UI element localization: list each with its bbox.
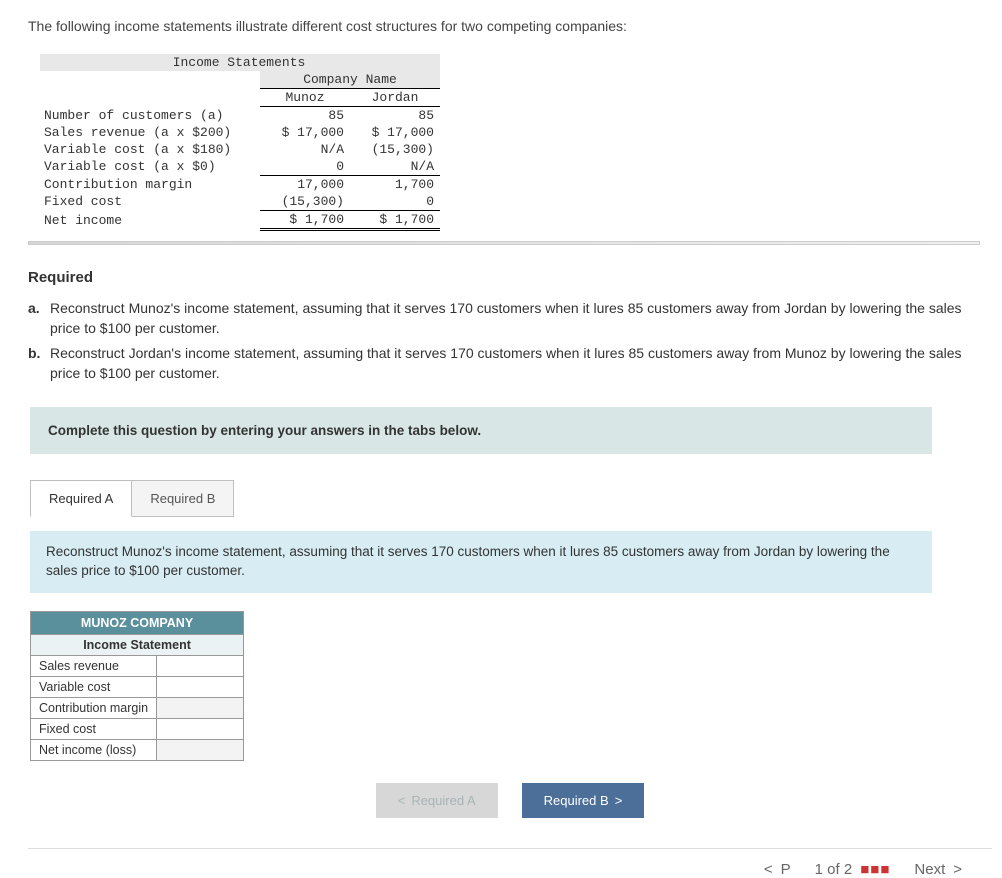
next-required-button[interactable]: Required B > [522, 783, 645, 818]
cell: (15,300) [350, 141, 440, 158]
cell: N/A [260, 141, 350, 158]
required-heading: Required [28, 269, 992, 286]
chevron-left-icon: < [764, 861, 773, 878]
cell: $ 1,700 [350, 211, 440, 230]
nav-buttons: < Required A Required B > [28, 783, 992, 818]
income-statements-table: Income Statements Company Name Munoz Jor… [40, 54, 440, 231]
tab-required-b[interactable]: Required B [131, 480, 234, 517]
scroll-indicator [28, 241, 980, 245]
chevron-left-icon: < [398, 793, 406, 808]
answer-row-label: Contribution margin [31, 697, 157, 718]
footer-progress: 1 of 2 ■■■ [815, 861, 891, 878]
chevron-right-icon: > [953, 861, 962, 878]
fixed-cost-input[interactable] [165, 722, 235, 736]
col-munoz: Munoz [260, 89, 350, 107]
intro-text: The following income statements illustra… [28, 18, 992, 34]
footer-next[interactable]: Next > [914, 861, 962, 878]
cell: 85 [260, 107, 350, 125]
tabs: Required A Required B [30, 480, 992, 517]
sales-revenue-input[interactable] [165, 659, 235, 673]
cell: N/A [350, 158, 440, 176]
tab-description: Reconstruct Munoz's income statement, as… [30, 531, 932, 593]
row-label: Contribution margin [40, 176, 260, 194]
answer-company: MUNOZ COMPANY [31, 611, 244, 634]
menu-dots-icon[interactable]: ■■■ [860, 861, 890, 878]
prev-label: Required A [411, 793, 475, 808]
next-label: Required B [544, 793, 609, 808]
footer-prev-label: P [781, 861, 791, 878]
row-label: Sales revenue (a x $200) [40, 124, 260, 141]
row-label: Number of customers (a) [40, 107, 260, 125]
cell: (15,300) [260, 193, 350, 211]
net-income-cell [157, 739, 244, 760]
cell: 1,700 [350, 176, 440, 194]
list-item: b. Reconstruct Jordan's income statement… [28, 343, 992, 384]
req-text: Reconstruct Munoz's income statement, as… [48, 298, 992, 339]
prev-required-button: < Required A [376, 783, 498, 818]
cell: $ 1,700 [260, 211, 350, 230]
answer-row-label: Variable cost [31, 676, 157, 697]
row-label: Variable cost (a x $0) [40, 158, 260, 176]
col-jordan: Jordan [350, 89, 440, 107]
tab-required-a[interactable]: Required A [30, 480, 132, 517]
income-statements-block: Income Statements Company Name Munoz Jor… [40, 54, 992, 231]
answer-row-label: Sales revenue [31, 655, 157, 676]
req-text: Reconstruct Jordan's income statement, a… [48, 343, 992, 384]
variable-cost-input[interactable] [165, 680, 235, 694]
chevron-right-icon: > [615, 793, 623, 808]
cell: 17,000 [260, 176, 350, 194]
list-item: a. Reconstruct Munoz's income statement,… [28, 298, 992, 339]
table-title: Income Statements [40, 54, 440, 71]
row-label: Net income [40, 211, 260, 230]
cell: 85 [350, 107, 440, 125]
contribution-margin-cell [157, 697, 244, 718]
answer-subtitle: Income Statement [31, 634, 244, 655]
footer-progress-text: 1 of 2 [815, 861, 853, 878]
footer-prev[interactable]: < P [764, 861, 791, 878]
cell: $ 17,000 [260, 124, 350, 141]
cell: 0 [260, 158, 350, 176]
answer-row-label: Fixed cost [31, 718, 157, 739]
footer-next-label: Next [914, 861, 945, 878]
row-label: Fixed cost [40, 193, 260, 211]
answer-row-label: Net income (loss) [31, 739, 157, 760]
req-letter: a. [28, 298, 48, 339]
answer-table: MUNOZ COMPANY Income Statement Sales rev… [30, 611, 244, 761]
requirements-list: a. Reconstruct Munoz's income statement,… [28, 298, 992, 383]
footer-bar: < P 1 of 2 ■■■ Next > [28, 848, 992, 878]
req-letter: b. [28, 343, 48, 384]
cell: 0 [350, 193, 440, 211]
cell: $ 17,000 [350, 124, 440, 141]
row-label: Variable cost (a x $180) [40, 141, 260, 158]
instruction-banner: Complete this question by entering your … [30, 407, 932, 454]
company-header: Company Name [260, 71, 440, 89]
